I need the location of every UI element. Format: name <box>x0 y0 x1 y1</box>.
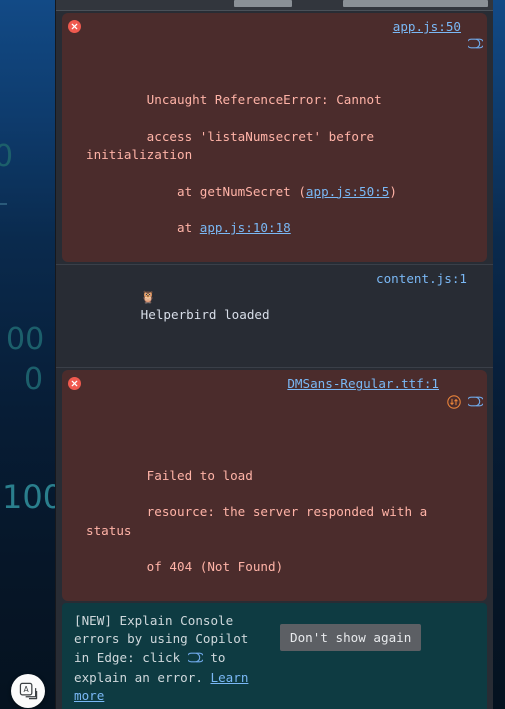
console-message-log[interactable]: 🦉 Helperbird loaded content.js:1 <box>56 263 493 369</box>
stack-suffix: ) <box>389 183 397 199</box>
dont-show-again-button[interactable]: Don't show again <box>280 623 422 651</box>
toolbar-chip-2[interactable] <box>343 0 488 7</box>
toolbar-chip-1[interactable] <box>234 0 292 7</box>
translate-button[interactable]: A <box>11 674 45 708</box>
screen: 0 00 0 100 A app.js:50 Uncaught Referenc… <box>0 0 505 709</box>
copilot-icon[interactable] <box>186 651 205 669</box>
promo-text: [NEW] Explain Console errors by using Co… <box>74 612 270 705</box>
copilot-icon[interactable] <box>392 376 485 431</box>
console-message-list: app.js:50 Uncaught ReferenceError: Canno… <box>56 13 493 709</box>
message-text-line1: Uncaught ReferenceError: Cannot <box>146 92 382 108</box>
error-circle-icon <box>68 377 81 391</box>
page-number-00: 00 <box>6 322 45 357</box>
stack-prefix: at getNumSecret ( <box>146 183 306 199</box>
message-text-line2: resource: the server responded with a st… <box>86 504 435 538</box>
page-decoration <box>0 203 7 205</box>
copilot-promo-banner: [NEW] Explain Console errors by using Co… <box>62 602 487 709</box>
error-circle-icon <box>68 20 81 33</box>
owl-emoji-icon: 🦉 <box>140 290 156 305</box>
message-text-line1: Failed to load <box>146 467 253 483</box>
translate-icon: A <box>19 682 37 699</box>
page-number-0a: 0 <box>0 139 14 174</box>
message-text-line2: access 'listaNumsecret' before initializ… <box>86 128 382 163</box>
stack-prefix: at <box>146 220 200 236</box>
stack-link[interactable]: app.js:50:5 <box>306 184 389 199</box>
devtools-console-panel: app.js:50 Uncaught ReferenceError: Canno… <box>55 0 493 709</box>
source-link[interactable]: content.js:1 <box>376 270 467 288</box>
page-number-100: 100 <box>2 478 64 516</box>
page-number-0b: 0 <box>24 362 44 397</box>
copilot-icon[interactable] <box>392 19 485 74</box>
console-message-error[interactable]: app.js:50 Uncaught ReferenceError: Canno… <box>62 13 487 262</box>
svg-text:A: A <box>23 684 29 693</box>
devtools-toolbar[interactable] <box>56 0 493 11</box>
console-message-error[interactable]: DMSans-Regular.ttf:1 Failed to load reso… <box>62 370 487 601</box>
message-text-line3: of 404 (Not Found) <box>146 559 284 575</box>
stack-link[interactable]: app.js:10:18 <box>200 220 291 235</box>
log-text: Helperbird loaded <box>140 307 270 323</box>
